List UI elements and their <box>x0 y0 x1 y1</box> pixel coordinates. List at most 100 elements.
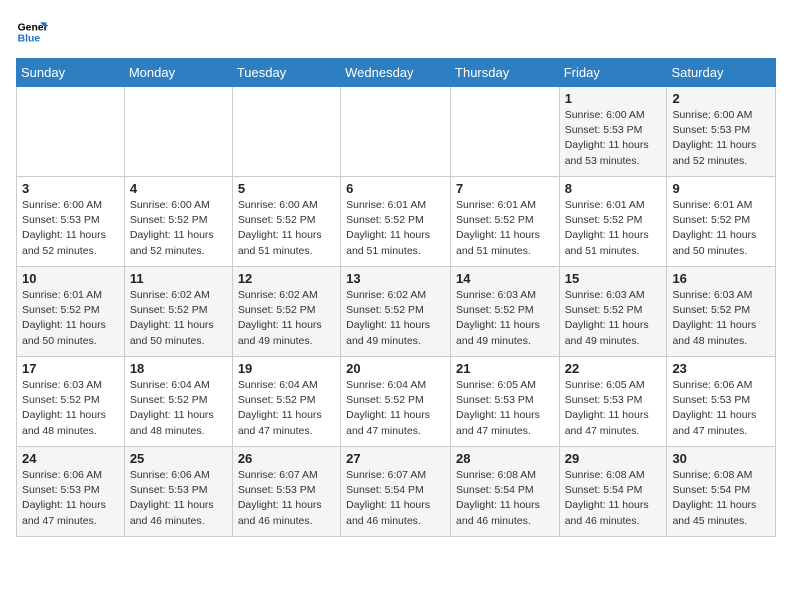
day-number: 24 <box>22 451 119 466</box>
day-number: 2 <box>672 91 770 106</box>
calendar-cell: 8Sunrise: 6:01 AMSunset: 5:52 PMDaylight… <box>559 177 667 267</box>
day-info: Sunrise: 6:07 AMSunset: 5:54 PMDaylight:… <box>346 468 445 529</box>
calendar-cell: 23 Sunrise: 6:06 AMSunset: 5:53 PMDayligh… <box>667 357 776 447</box>
calendar-cell: 3 Sunrise: 6:00 AMSunset: 5:53 PMDaylight… <box>17 177 125 267</box>
day-number: 21 <box>456 361 554 376</box>
day-info: Sunrise: 6:06 AMSunset: 5:53 PMDaylight:… <box>22 468 119 529</box>
day-number: 18 <box>130 361 227 376</box>
weekday-header-saturday: Saturday <box>667 59 776 87</box>
calendar-cell: 1Sunrise: 6:00 AMSunset: 5:53 PMDaylight… <box>559 87 667 177</box>
day-info: Sunrise: 6:03 AMSunset: 5:52 PMDaylight:… <box>565 288 662 349</box>
calendar-table: SundayMondayTuesdayWednesdayThursdayFrid… <box>16 58 776 537</box>
day-number: 6 <box>346 181 445 196</box>
calendar-cell: 7 Sunrise: 6:01 AMSunset: 5:52 PMDaylight… <box>451 177 560 267</box>
day-info: Sunrise: 6:03 AMSunset: 5:52 PMDaylight:… <box>672 288 770 349</box>
weekday-header-friday: Friday <box>559 59 667 87</box>
page-header: General Blue <box>16 16 776 48</box>
calendar-cell: 25Sunrise: 6:06 AMSunset: 5:53 PMDayligh… <box>124 447 232 537</box>
calendar-cell: 10Sunrise: 6:01 AMSunset: 5:52 PMDayligh… <box>17 267 125 357</box>
calendar-cell: 27Sunrise: 6:07 AMSunset: 5:54 PMDayligh… <box>341 447 451 537</box>
calendar-cell: 5 Sunrise: 6:00 AMSunset: 5:52 PMDaylight… <box>232 177 340 267</box>
day-info: Sunrise: 6:02 AMSunset: 5:52 PMDaylight:… <box>346 288 445 349</box>
calendar-body: 1 Sunrise: 6:00 AMSunset: 5:53 PMDaylight… <box>17 87 776 537</box>
calendar-cell: 16 Sunrise: 6:03 AMSunset: 5:52 PMDayligh… <box>667 267 776 357</box>
day-info: Sunrise: 6:03 AMSunset: 5:52 PMDaylight:… <box>456 288 554 349</box>
calendar-cell: 18 Sunrise: 6:04 AMSunset: 5:52 PMDayligh… <box>124 357 232 447</box>
day-info: Sunrise: 6:00 AMSunset: 5:52 PMDaylight:… <box>238 198 335 259</box>
day-number: 9 <box>672 181 770 196</box>
calendar-week-row: 17 Sunrise: 6:03 AMSunset: 5:52 PMDayligh… <box>17 357 776 447</box>
day-info: Sunrise: 6:01 AMSunset: 5:52 PMDaylight:… <box>456 198 554 259</box>
day-number: 7 <box>456 181 554 196</box>
svg-text:Blue: Blue <box>18 34 41 45</box>
day-number: 17 <box>22 361 119 376</box>
day-number: 28 <box>456 451 554 466</box>
day-info: Sunrise: 6:02 AMSunset: 5:52 PMDaylight:… <box>238 288 335 349</box>
calendar-cell: 12 Sunrise: 6:02 AMSunset: 5:52 PMDayligh… <box>232 267 340 357</box>
day-number: 4 <box>130 181 227 196</box>
day-number: 23 <box>672 361 770 376</box>
day-info: Sunrise: 6:00 AMSunset: 5:53 PMDaylight:… <box>672 108 770 169</box>
calendar-cell: 2 Sunrise: 6:00 AMSunset: 5:53 PMDaylight… <box>667 87 776 177</box>
logo: General Blue <box>16 16 52 48</box>
day-number: 11 <box>130 271 227 286</box>
day-info: Sunrise: 6:08 AMSunset: 5:54 PMDaylight:… <box>565 468 662 529</box>
calendar-cell <box>341 87 451 177</box>
weekday-header-row: SundayMondayTuesdayWednesdayThursdayFrid… <box>17 59 776 87</box>
weekday-header-wednesday: Wednesday <box>341 59 451 87</box>
day-info: Sunrise: 6:04 AMSunset: 5:52 PMDaylight:… <box>130 378 227 439</box>
day-info: Sunrise: 6:01 AMSunset: 5:52 PMDaylight:… <box>565 198 662 259</box>
day-info: Sunrise: 6:05 AMSunset: 5:53 PMDaylight:… <box>565 378 662 439</box>
day-number: 14 <box>456 271 554 286</box>
calendar-cell: 6 Sunrise: 6:01 AMSunset: 5:52 PMDaylight… <box>341 177 451 267</box>
day-info: Sunrise: 6:08 AMSunset: 5:54 PMDaylight:… <box>672 468 770 529</box>
day-number: 19 <box>238 361 335 376</box>
calendar-week-row: 10Sunrise: 6:01 AMSunset: 5:52 PMDayligh… <box>17 267 776 357</box>
calendar-cell: 26Sunrise: 6:07 AMSunset: 5:53 PMDayligh… <box>232 447 340 537</box>
calendar-cell: 28 Sunrise: 6:08 AMSunset: 5:54 PMDayligh… <box>451 447 560 537</box>
calendar-cell: 21 Sunrise: 6:05 AMSunset: 5:53 PMDayligh… <box>451 357 560 447</box>
calendar-cell: 19 Sunrise: 6:04 AMSunset: 5:52 PMDayligh… <box>232 357 340 447</box>
calendar-cell <box>17 87 125 177</box>
calendar-week-row: 24 Sunrise: 6:06 AMSunset: 5:53 PMDayligh… <box>17 447 776 537</box>
day-number: 1 <box>565 91 662 106</box>
logo-icon: General Blue <box>16 16 48 48</box>
calendar-cell: 15 Sunrise: 6:03 AMSunset: 5:52 PMDayligh… <box>559 267 667 357</box>
day-number: 15 <box>565 271 662 286</box>
day-info: Sunrise: 6:08 AMSunset: 5:54 PMDaylight:… <box>456 468 554 529</box>
calendar-cell: 29 Sunrise: 6:08 AMSunset: 5:54 PMDayligh… <box>559 447 667 537</box>
day-info: Sunrise: 6:00 AMSunset: 5:52 PMDaylight:… <box>130 198 227 259</box>
day-info: Sunrise: 6:05 AMSunset: 5:53 PMDaylight:… <box>456 378 554 439</box>
day-info: Sunrise: 6:03 AMSunset: 5:52 PMDaylight:… <box>22 378 119 439</box>
day-number: 26 <box>238 451 335 466</box>
calendar-cell: 14 Sunrise: 6:03 AMSunset: 5:52 PMDayligh… <box>451 267 560 357</box>
calendar-cell: 30 Sunrise: 6:08 AMSunset: 5:54 PMDayligh… <box>667 447 776 537</box>
calendar-week-row: 1 Sunrise: 6:00 AMSunset: 5:53 PMDaylight… <box>17 87 776 177</box>
day-info: Sunrise: 6:04 AMSunset: 5:52 PMDaylight:… <box>346 378 445 439</box>
weekday-header-thursday: Thursday <box>451 59 560 87</box>
calendar-cell <box>451 87 560 177</box>
calendar-cell: 4 Sunrise: 6:00 AMSunset: 5:52 PMDaylight… <box>124 177 232 267</box>
calendar-cell: 20 Sunrise: 6:04 AMSunset: 5:52 PMDayligh… <box>341 357 451 447</box>
day-info: Sunrise: 6:00 AMSunset: 5:53 PMDaylight:… <box>22 198 119 259</box>
day-info: Sunrise: 6:02 AMSunset: 5:52 PMDaylight:… <box>130 288 227 349</box>
weekday-header-sunday: Sunday <box>17 59 125 87</box>
calendar-cell: 17 Sunrise: 6:03 AMSunset: 5:52 PMDayligh… <box>17 357 125 447</box>
day-info: Sunrise: 6:04 AMSunset: 5:52 PMDaylight:… <box>238 378 335 439</box>
day-info: Sunrise: 6:06 AMSunset: 5:53 PMDaylight:… <box>672 378 770 439</box>
calendar-cell: 13Sunrise: 6:02 AMSunset: 5:52 PMDayligh… <box>341 267 451 357</box>
calendar-week-row: 3 Sunrise: 6:00 AMSunset: 5:53 PMDaylight… <box>17 177 776 267</box>
day-number: 20 <box>346 361 445 376</box>
day-number: 16 <box>672 271 770 286</box>
day-info: Sunrise: 6:01 AMSunset: 5:52 PMDaylight:… <box>672 198 770 259</box>
day-number: 12 <box>238 271 335 286</box>
day-number: 3 <box>22 181 119 196</box>
calendar-cell <box>232 87 340 177</box>
day-info: Sunrise: 6:01 AMSunset: 5:52 PMDaylight:… <box>346 198 445 259</box>
day-number: 30 <box>672 451 770 466</box>
day-number: 29 <box>565 451 662 466</box>
calendar-header: SundayMondayTuesdayWednesdayThursdayFrid… <box>17 59 776 87</box>
day-info: Sunrise: 6:01 AMSunset: 5:52 PMDaylight:… <box>22 288 119 349</box>
day-number: 5 <box>238 181 335 196</box>
day-number: 22 <box>565 361 662 376</box>
